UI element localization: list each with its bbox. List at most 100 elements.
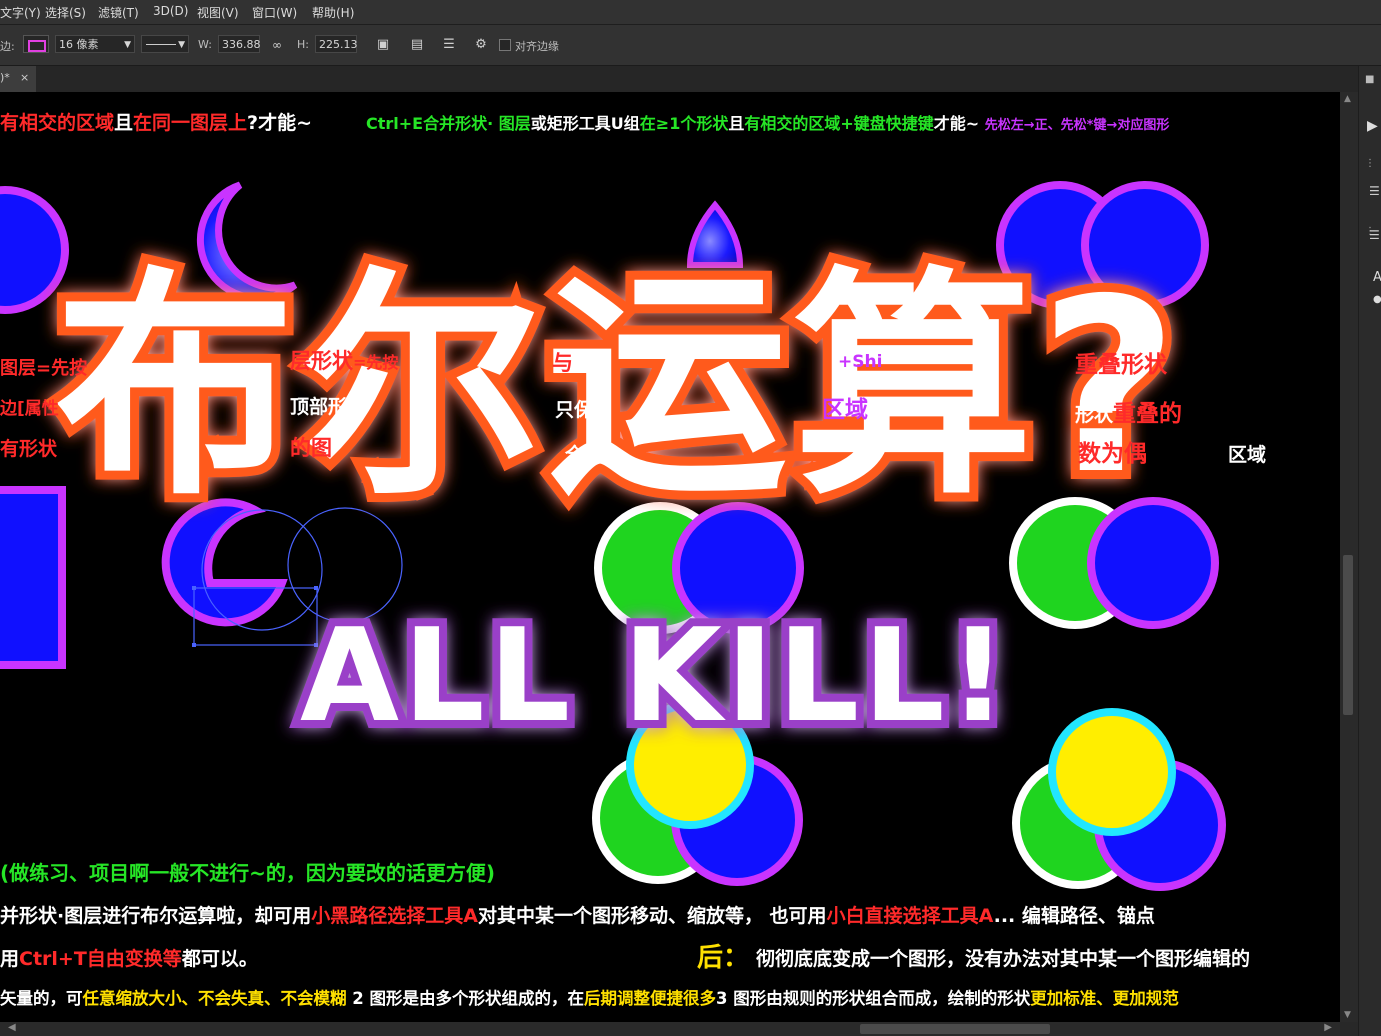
path-arrangement-icon[interactable]: ☰: [440, 36, 458, 54]
bottom-line-4: 矢量的，可任意缩放大小、不会失真、不会模糊 2 图形是由多个形状组成的，在后期调…: [0, 985, 1179, 1009]
chevron-down-icon: ▼: [124, 40, 131, 50]
note-span: 有相交的区域: [0, 112, 115, 134]
row2-d: 区域: [822, 397, 868, 423]
note-span: Ctrl+T自由变换等: [19, 948, 182, 970]
row3-b: 的图: [290, 436, 332, 460]
note-span: 矢量的，可: [0, 989, 83, 1008]
note-span: 形状: [1075, 404, 1114, 426]
row1-e: +Shi: [838, 352, 883, 372]
row2-c: 只保: [555, 399, 594, 421]
align-edges-label: 对齐边缘: [515, 40, 559, 53]
chevron-down-icon: ▼: [178, 40, 185, 50]
bottom-line-3b: 彻彻底底变成一个图形，没有办法对其中某一个图形编辑的: [756, 948, 1251, 970]
width-input[interactable]: 336.88: [218, 35, 261, 53]
row1-a: 图层=先按: [0, 358, 88, 379]
vertical-scroll-thumb[interactable]: [1343, 555, 1353, 715]
menu-filter[interactable]: 滤镜(T): [98, 4, 139, 21]
document-tab[interactable]: )* ×: [0, 66, 36, 92]
note-span: 图层: [498, 114, 531, 133]
panel-collapse-icon[interactable]: ■: [1365, 74, 1374, 85]
scroll-up-icon[interactable]: ▲: [1344, 94, 1351, 104]
note-span: ... 编辑路径、锚点: [993, 905, 1155, 927]
menu-view[interactable]: 视图(V): [197, 4, 239, 21]
stroke-label: 边:: [0, 40, 15, 53]
note-span: 并形状·图层进行布尔运算啦，却可用: [0, 905, 312, 927]
close-icon[interactable]: ×: [20, 66, 29, 90]
layers-icon[interactable]: ☰: [1369, 228, 1380, 242]
shape-rect-left: [0, 486, 66, 669]
row1-d: 与: [552, 351, 573, 375]
note-span: 用: [0, 948, 20, 970]
menu-type[interactable]: 文字(Y): [0, 4, 41, 21]
row1-f: 重叠形状: [1075, 352, 1167, 378]
bottom-line-3a: 用Ctrl+T自由变换等都可以。: [0, 944, 258, 971]
panel-grip-icon[interactable]: ⋮: [1365, 158, 1375, 169]
bottom-line-3-after: 后：: [697, 943, 750, 973]
top-note-right: Ctrl+E合并形状· 图层或矩形工具U组在≥1个形状且有相交的区域+键盘快捷键…: [366, 110, 1169, 134]
menu-bar: 文字(Y) 选择(S) 滤镜(T) 3D(D) 视图(V) 窗口(W) 帮助(H…: [0, 0, 1381, 25]
row3-d: 数为偶: [1078, 441, 1147, 467]
scroll-right-icon[interactable]: ▶: [1324, 1022, 1332, 1033]
big-title: 布尔运算?: [55, 247, 1184, 527]
height-input[interactable]: 225.13: [315, 35, 358, 53]
horizontal-scrollbar[interactable]: ◀ ▶: [0, 1022, 1340, 1036]
stroke-color-swatch[interactable]: [23, 35, 49, 53]
document-canvas[interactable]: 布尔运算? ALL KILL! 有相交的区域且在同一图层上?才能~ Ctrl+E…: [0, 92, 1340, 1022]
note-span: Ctrl+E合并形状·: [366, 114, 494, 133]
stroke-type-select[interactable]: ▼: [141, 35, 189, 53]
row3-e: 区域: [1228, 444, 1267, 466]
options-bar: 边: 16 像素 ▼ ▼ W: 336.88 ∞ H: 225.13 ▣ ▤ ☰…: [0, 25, 1381, 66]
note-span: 有相交的区域+键盘快捷键: [744, 114, 934, 133]
menu-help[interactable]: 帮助(H): [312, 4, 354, 21]
note-span: =先按: [353, 353, 399, 372]
document-tab-bar: )* ×: [0, 66, 1358, 92]
row2-e: 形状重叠的: [1075, 394, 1182, 428]
menu-3d[interactable]: 3D(D): [153, 4, 188, 18]
bottom-line-2: 并形状·图层进行布尔运算啦，却可用小黑路径选择工具A对其中某一个图形移动、缩放等…: [0, 901, 1155, 928]
note-span: 小黑路径选择工具A: [311, 905, 478, 927]
note-span: 2 图形是由多个形状组成的，在: [346, 989, 584, 1008]
align-edges-checkbox[interactable]: [499, 39, 511, 51]
note-span: 3 图形由规则的形状组合而成，绘制的形状: [715, 989, 1031, 1008]
row2-b: 顶部形: [290, 396, 348, 418]
note-span: 任意缩放大小、不会失真、不会模糊: [82, 989, 347, 1008]
note-span: ?才能~: [247, 112, 312, 134]
note-span: 且: [728, 114, 745, 133]
document-tab-label: )*: [0, 71, 10, 84]
menu-select[interactable]: 选择(S): [45, 4, 86, 21]
note-span: 小白直接选择工具A: [826, 905, 994, 927]
note-span: 先松左→正、先松*键→对应图形: [984, 118, 1170, 133]
shape-circle-yellow-2: [1048, 708, 1176, 836]
scroll-left-icon[interactable]: ◀: [8, 1022, 16, 1033]
adjust-icon[interactable]: ☰: [1369, 184, 1380, 198]
row2-a: 边[属性: [0, 399, 59, 419]
character-icon[interactable]: A: [1373, 270, 1381, 285]
note-span: 或矩形工具U组: [530, 114, 640, 133]
stroke-size-value: 16 像素: [59, 38, 99, 51]
row3-a: 有形状: [0, 438, 58, 460]
note-span: 都可以。: [181, 948, 258, 970]
scroll-down-icon[interactable]: ▼: [1344, 1010, 1351, 1020]
note-span: 对其中某一个图形移动、缩放等， 也可用: [477, 905, 827, 927]
note-span: 在同一图层上: [133, 112, 248, 134]
note-span: 更加标准、更加规范: [1030, 989, 1179, 1008]
gear-icon[interactable]: ⚙: [472, 36, 490, 54]
allkill-title: ALL KILL!: [300, 602, 1011, 751]
note-span: 且: [114, 112, 134, 134]
path-operations-icon[interactable]: ▣: [374, 36, 392, 54]
right-panel-strip: ■ ▶ ⋮ ☰ ⋮ ☰ A ●: [1358, 66, 1381, 1036]
menu-window[interactable]: 窗口(W): [252, 4, 297, 21]
note-span: 重叠的: [1113, 401, 1183, 427]
note-span: 在≥1个形状: [639, 114, 729, 133]
note-span: 后期调整便捷很多: [583, 989, 716, 1008]
link-icon[interactable]: ∞: [268, 36, 286, 54]
play-icon[interactable]: ▶: [1367, 118, 1378, 134]
dot-icon[interactable]: ●: [1373, 294, 1381, 305]
path-alignment-icon[interactable]: ▤: [408, 36, 426, 54]
bottom-line-1: (做练习、项目啊一般不进行~的，因为要改的话更方便): [0, 861, 496, 885]
horizontal-scroll-thumb[interactable]: [860, 1024, 1050, 1034]
height-label: H:: [297, 38, 309, 51]
note-span: 层形状: [290, 349, 353, 373]
row1-b: 层形状=先按: [290, 345, 398, 375]
stroke-size-select[interactable]: 16 像素 ▼: [55, 35, 135, 53]
